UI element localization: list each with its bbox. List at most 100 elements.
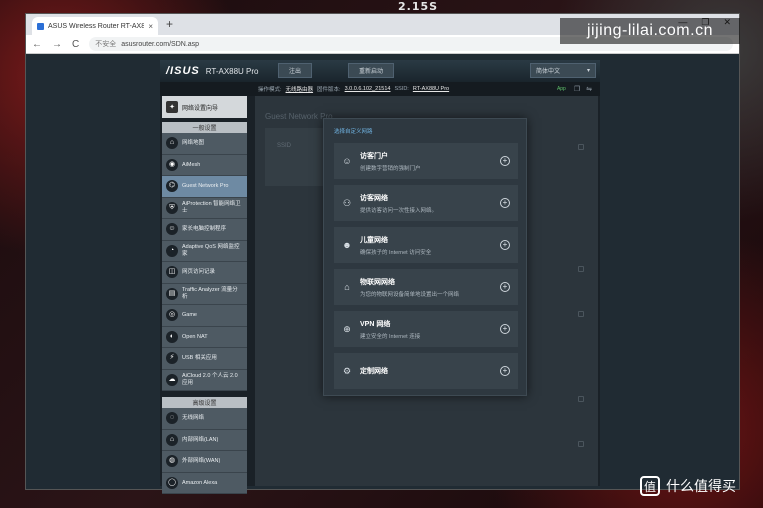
sidebar-item[interactable]: ☁ AiCloud 2.0 个人云 2.0 应用 bbox=[162, 369, 247, 391]
add-icon[interactable]: + bbox=[500, 282, 510, 292]
sidebar-item-icon: ▤ bbox=[166, 287, 178, 300]
network-option[interactable]: ☺ 访客门户 创建数字营销的强制门户 + bbox=[334, 143, 518, 179]
sidebar-item[interactable]: ◎ Game bbox=[162, 305, 247, 327]
sidebar-item[interactable]: ◫ 网页访问记录 bbox=[162, 262, 247, 284]
logout-button[interactable]: 注出 bbox=[278, 63, 313, 78]
url-text: asusrouter.com/SDN.asp bbox=[121, 40, 200, 48]
sidebar-item[interactable]: ◔ Adaptive QoS 网络监控家 bbox=[162, 240, 247, 262]
sidebar-item-label: AiMesh bbox=[182, 161, 201, 168]
quick-setup-button[interactable]: ✦ 网络设置向导 bbox=[162, 96, 247, 118]
app-link[interactable]: App bbox=[557, 86, 566, 92]
sidebar-item[interactable]: ⌂ 网络地图 bbox=[162, 133, 247, 155]
background-row: SSID bbox=[277, 143, 292, 149]
sidebar-item-label: 网页访问记录 bbox=[182, 269, 216, 276]
network-type-dialog: 选择自定义网路 ☺ 访客门户 创建数字营销的强制门户 + ⚇ 访客网络 提供访客访问一次性接… bbox=[323, 118, 527, 396]
brand-watermark: 值 什么值得买 bbox=[640, 476, 736, 496]
sidebar-item-icon: ◎ bbox=[166, 309, 178, 322]
network-option[interactable]: ⌂ 物联网网络为您的物联网设备简单地设置出一个网络 + bbox=[334, 269, 518, 305]
web-page: /ISUS RT-AX88U Pro 注出 重新启动 简体中文 ▾ 操作模式: … bbox=[26, 54, 739, 494]
sidebar-item-label: Adaptive QoS 网络监控家 bbox=[182, 244, 240, 257]
sidebar-item[interactable]: ◯ Amazon Alexa bbox=[162, 472, 247, 494]
network-option-text: VPN 网络 建立安全的 Internet 连接 bbox=[360, 319, 492, 340]
network-option-text: 访客网络 提供访客访问一次性接入网络。 bbox=[360, 193, 492, 214]
add-icon[interactable]: + bbox=[500, 240, 510, 250]
network-option-name: 访客网络 bbox=[360, 194, 388, 202]
ssid-value[interactable]: RT-AX88U Pro bbox=[413, 86, 449, 92]
sidebar-item-icon: ◐ bbox=[166, 330, 178, 343]
sidebar-item-label: 无线网络 bbox=[182, 415, 205, 422]
router-admin: /ISUS RT-AX88U Pro 注出 重新启动 简体中文 ▾ 操作模式: … bbox=[160, 60, 600, 494]
share-icon[interactable]: ⇋ bbox=[586, 85, 592, 93]
network-option-icon: ☻ bbox=[342, 240, 352, 250]
sidebar-item-icon: ◍ bbox=[166, 455, 178, 468]
network-option-icon: ⚇ bbox=[342, 197, 352, 208]
sidebar-item[interactable]: ◍ 外部网络(WAN) bbox=[162, 451, 247, 473]
firmware-value[interactable]: 3.0.0.6.102_21514 bbox=[345, 86, 391, 92]
sidebar-item-icon: ⌬ bbox=[166, 180, 178, 193]
network-option[interactable]: ⊕ VPN 网络 建立安全的 Internet 连接 + bbox=[334, 311, 518, 347]
browser-window: ASUS Wireless Router RT-AX8... × + — ❐ ✕… bbox=[25, 13, 740, 494]
mode-label: 操作模式: bbox=[258, 87, 282, 93]
mode-value[interactable]: 无线路由器 bbox=[286, 85, 314, 93]
sidebar-item-icon: ◉ bbox=[166, 158, 178, 171]
reload-icon[interactable]: C bbox=[72, 39, 79, 50]
sidebar-item[interactable]: ☺ 家长电脑控制程序 bbox=[162, 219, 247, 241]
add-icon[interactable]: + bbox=[500, 156, 510, 166]
add-icon[interactable]: + bbox=[500, 366, 510, 376]
sidebar: ✦ 网络设置向导 一般设置 ⌂ 网络地图 ◉ AiMesh ⌬ Guest Network… bbox=[162, 96, 247, 494]
network-option-icon: ⌂ bbox=[344, 282, 350, 292]
sidebar-item-label: USB 相关应用 bbox=[182, 355, 217, 362]
firmware-label: 固件版本: bbox=[317, 87, 341, 93]
sidebar-item-icon: ⌂ bbox=[166, 137, 178, 150]
browser-tab[interactable]: ASUS Wireless Router RT-AX8... × bbox=[32, 17, 158, 35]
sidebar-item-icon: ⚡ bbox=[166, 352, 178, 365]
sidebar-item[interactable]: ⌂ 内部网络(LAN) bbox=[162, 429, 247, 451]
new-tab-button[interactable]: + bbox=[166, 17, 173, 31]
sidebar-item-icon: ☺ bbox=[166, 223, 178, 236]
sidebar-item-label: 外部网络(WAN) bbox=[182, 458, 221, 465]
add-icon[interactable]: + bbox=[500, 198, 510, 208]
general-section-header: 一般设置 bbox=[162, 122, 247, 133]
sidebar-item[interactable]: ⌬ Guest Network Pro bbox=[162, 176, 247, 198]
sidebar-item-label: AiProtection 智能网络卫士 bbox=[182, 201, 241, 214]
network-option-icon: ☺ bbox=[342, 156, 352, 166]
background-row-icon bbox=[578, 311, 584, 317]
network-option[interactable]: ⚇ 访客网络 提供访客访问一次性接入网络。 + bbox=[334, 185, 518, 221]
sidebar-item-label: 网络地图 bbox=[182, 140, 205, 147]
network-option-name: 物联网网络 bbox=[360, 278, 395, 286]
network-option-text: 物联网网络为您的物联网设备简单地设置出一个网络 bbox=[360, 277, 492, 298]
back-icon[interactable]: ← bbox=[32, 39, 42, 50]
network-option-desc: 确保孩子的 Internet 访问安全 bbox=[360, 249, 432, 256]
sidebar-item-label: Amazon Alexa bbox=[182, 479, 218, 486]
quick-setup-label: 网络设置向导 bbox=[182, 105, 219, 112]
sidebar-item[interactable]: ▤ Traffic Analyzer 流量分析 bbox=[162, 283, 247, 305]
network-option-icon: ⊕ bbox=[343, 323, 351, 334]
sidebar-item[interactable]: ◐ Open NAT bbox=[162, 326, 247, 348]
background-row-icon bbox=[578, 266, 584, 272]
add-icon[interactable]: + bbox=[500, 324, 510, 334]
sidebar-item-label: Open NAT bbox=[182, 333, 208, 340]
sidebar-item-label: Game bbox=[182, 312, 197, 319]
background-row-icon bbox=[578, 441, 584, 447]
network-option-desc: 为您的物联网设备简单地设置出一个网络 bbox=[360, 291, 460, 298]
smzdm-logo: 值 bbox=[640, 476, 660, 496]
reboot-button[interactable]: 重新启动 bbox=[348, 63, 395, 78]
language-select[interactable]: 简体中文 ▾ bbox=[530, 63, 596, 78]
forward-icon[interactable]: → bbox=[52, 39, 62, 50]
language-value: 简体中文 bbox=[536, 69, 561, 75]
wizard-icon: ✦ bbox=[166, 101, 178, 113]
network-option-text: 访客门户 创建数字营销的强制门户 bbox=[360, 151, 492, 172]
copy-icon[interactable]: ❐ bbox=[574, 85, 580, 93]
sidebar-item-label: 家长电脑控制程序 bbox=[182, 226, 227, 233]
sidebar-item-icon: ◯ bbox=[166, 476, 178, 489]
site-watermark: jijing-lilai.com.cn bbox=[560, 18, 740, 44]
sidebar-item[interactable]: ◌ 无线网络 bbox=[162, 408, 247, 430]
brand-watermark-text: 什么值得买 bbox=[666, 478, 736, 494]
close-tab-icon[interactable]: × bbox=[148, 22, 153, 31]
sidebar-item[interactable]: ⚡ USB 相关应用 bbox=[162, 348, 247, 370]
sidebar-item[interactable]: ⛨ AiProtection 智能网络卫士 bbox=[162, 197, 247, 219]
sidebar-item[interactable]: ◉ AiMesh bbox=[162, 154, 247, 176]
network-option[interactable]: ⚙ 定制网络 + bbox=[334, 353, 518, 389]
network-option[interactable]: ☻ 儿童网络 确保孩子的 Internet 访问安全 + bbox=[334, 227, 518, 263]
background-row-icon bbox=[578, 144, 584, 150]
